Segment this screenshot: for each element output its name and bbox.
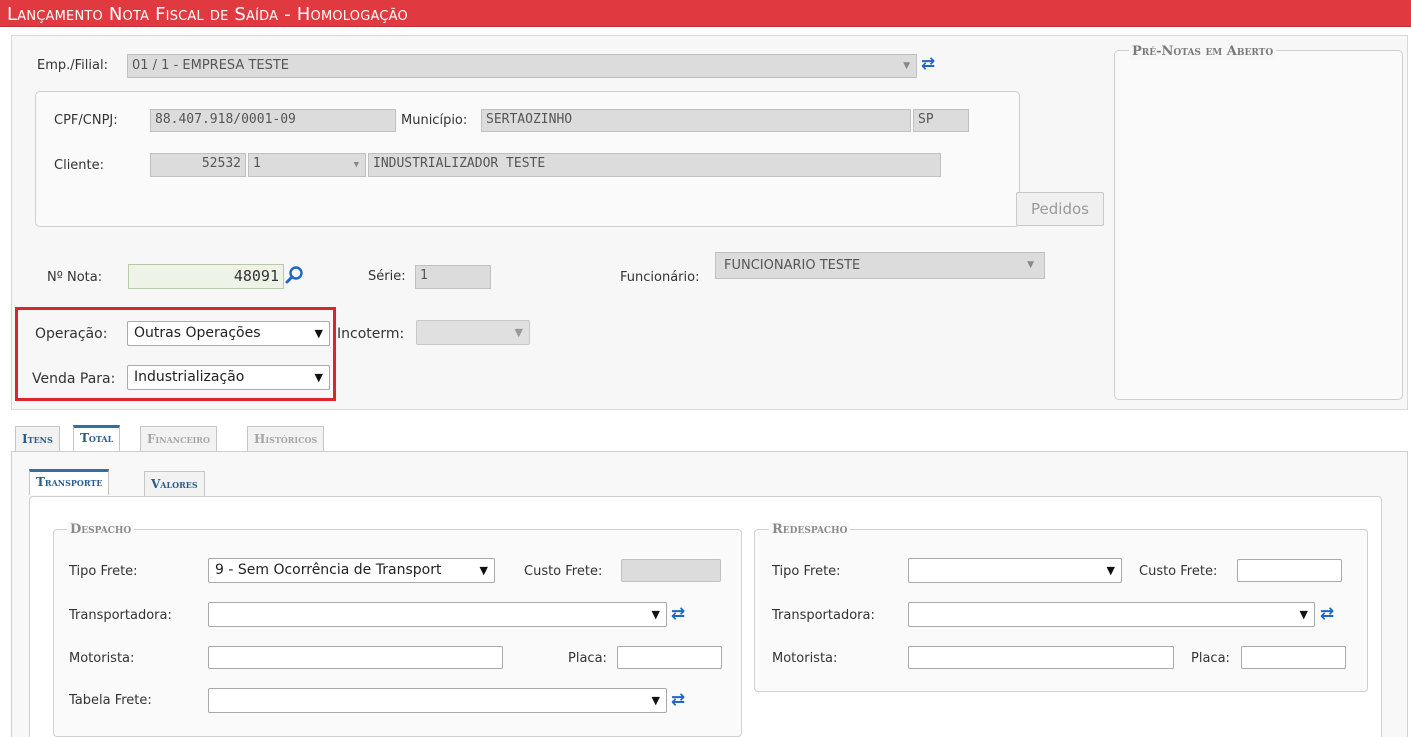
municipio-field: SERTAOZINHO: [481, 109, 911, 132]
municipio-label: Município:: [401, 113, 468, 128]
venda-label: Venda Para:: [32, 371, 116, 387]
uf-field: SP: [913, 109, 969, 132]
redespacho-placa-label: Placa:: [1191, 651, 1230, 666]
cliente-code-field: 52532: [150, 153, 246, 177]
refresh-icon[interactable]: ⇄: [1318, 604, 1336, 624]
despacho-motorista-label: Motorista:: [69, 651, 135, 666]
tab-valores[interactable]: Valores: [144, 471, 205, 496]
operacao-label: Operação:: [35, 326, 108, 342]
tab-transporte[interactable]: Transporte: [29, 469, 110, 495]
chevron-down-icon: ▼: [353, 160, 359, 170]
tab-historicos[interactable]: Históricos: [247, 426, 325, 451]
empresa-label: Emp./Filial:: [37, 58, 108, 73]
funcionario-select[interactable]: FUNCIONARIO TESTE ▼: [715, 252, 1045, 279]
chevron-down-icon: ▼: [651, 608, 660, 621]
despacho-motorista-input[interactable]: [208, 646, 503, 669]
cliente-loja-select[interactable]: 1 ▼: [248, 153, 366, 177]
chevron-down-icon: ▼: [479, 564, 488, 577]
chevron-down-icon: ▼: [514, 326, 523, 339]
redespacho-custo-frete-label: Custo Frete:: [1139, 564, 1218, 579]
chevron-down-icon: ▼: [651, 694, 660, 707]
despacho-placa-input[interactable]: [617, 646, 722, 669]
funcionario-value: FUNCIONARIO TESTE: [724, 258, 861, 273]
refresh-icon[interactable]: ⇄: [669, 604, 687, 624]
tab-itens[interactable]: Itens: [15, 426, 60, 451]
nota-input[interactable]: 48091: [128, 264, 284, 289]
redespacho-motorista-input[interactable]: [908, 646, 1174, 669]
redespacho-legend: Redespacho: [769, 522, 851, 538]
despacho-transportadora-select[interactable]: ▼: [208, 602, 667, 627]
despacho-placa-label: Placa:: [568, 651, 607, 666]
despacho-custo-frete-input[interactable]: [621, 559, 721, 582]
title-bar: Lançamento Nota Fiscal de Saída - Homolo…: [0, 0, 1411, 27]
cliente-loja-value: 1: [253, 156, 261, 171]
funcionario-label: Funcionário:: [620, 270, 700, 285]
operacao-value: Outras Operações: [134, 325, 261, 341]
search-icon[interactable]: [285, 265, 305, 285]
incoterm-label: Incoterm:: [337, 326, 405, 342]
pedidos-button[interactable]: Pedidos: [1016, 192, 1104, 226]
chevron-down-icon: ▼: [314, 371, 323, 384]
serie-field: 1: [415, 265, 491, 289]
cpf-field: 88.407.918/0001-09: [150, 109, 396, 132]
despacho-legend: Despacho: [67, 522, 135, 538]
redespacho-motorista-label: Motorista:: [772, 651, 838, 666]
redespacho-custo-frete-input[interactable]: [1237, 559, 1342, 582]
incoterm-select[interactable]: ▼: [416, 320, 530, 345]
despacho-tipo-frete-select[interactable]: 9 - Sem Ocorrência de Transport ▼: [208, 558, 495, 583]
chevron-down-icon: ▼: [1299, 608, 1308, 621]
chevron-down-icon: ▼: [1106, 564, 1115, 577]
serie-label: Série:: [368, 269, 406, 284]
chevron-down-icon: ▼: [1027, 260, 1034, 270]
operacao-select[interactable]: Outras Operações ▼: [127, 321, 330, 346]
venda-value: Industrialização: [134, 369, 245, 385]
redespacho-placa-input[interactable]: [1241, 646, 1346, 669]
window-title: Lançamento Nota Fiscal de Saída - Homolo…: [7, 4, 408, 25]
chevron-down-icon: ▼: [903, 61, 910, 71]
despacho-tipo-frete-label: Tipo Frete:: [69, 564, 138, 579]
despacho-tabela-frete-select[interactable]: ▼: [208, 688, 667, 713]
despacho-tabela-frete-label: Tabela Frete:: [69, 693, 152, 708]
refresh-icon[interactable]: ⇄: [919, 54, 937, 74]
cliente-name-field: INDUSTRIALIZADOR TESTE: [368, 153, 941, 177]
redespacho-transportadora-label: Transportadora:: [772, 608, 875, 623]
redespacho-tipo-frete-select[interactable]: ▼: [908, 558, 1122, 583]
redespacho-tipo-frete-label: Tipo Frete:: [772, 564, 841, 579]
empresa-select[interactable]: 01 / 1 - EMPRESA TESTE ▼: [127, 54, 917, 78]
chevron-down-icon: ▼: [314, 327, 323, 340]
despacho-tipo-frete-value: 9 - Sem Ocorrência de Transport: [215, 562, 442, 578]
venda-select[interactable]: Industrialização ▼: [127, 365, 330, 390]
tab-total[interactable]: Total: [73, 425, 121, 451]
empresa-value: 01 / 1 - EMPRESA TESTE: [132, 58, 290, 73]
tab-financeiro[interactable]: Financeiro: [140, 426, 217, 451]
nota-label: Nº Nota:: [47, 270, 103, 285]
despacho-transportadora-label: Transportadora:: [69, 608, 172, 623]
redespacho-transportadora-select[interactable]: ▼: [908, 602, 1315, 627]
cpf-label: CPF/CNPJ:: [54, 113, 118, 128]
despacho-custo-frete-label: Custo Frete:: [524, 564, 603, 579]
refresh-icon[interactable]: ⇄: [669, 690, 687, 710]
pre-notas-panel: [1114, 50, 1403, 400]
cliente-label: Cliente:: [54, 158, 105, 173]
pre-notas-legend: Pré-Notas em Aberto: [1129, 44, 1277, 60]
